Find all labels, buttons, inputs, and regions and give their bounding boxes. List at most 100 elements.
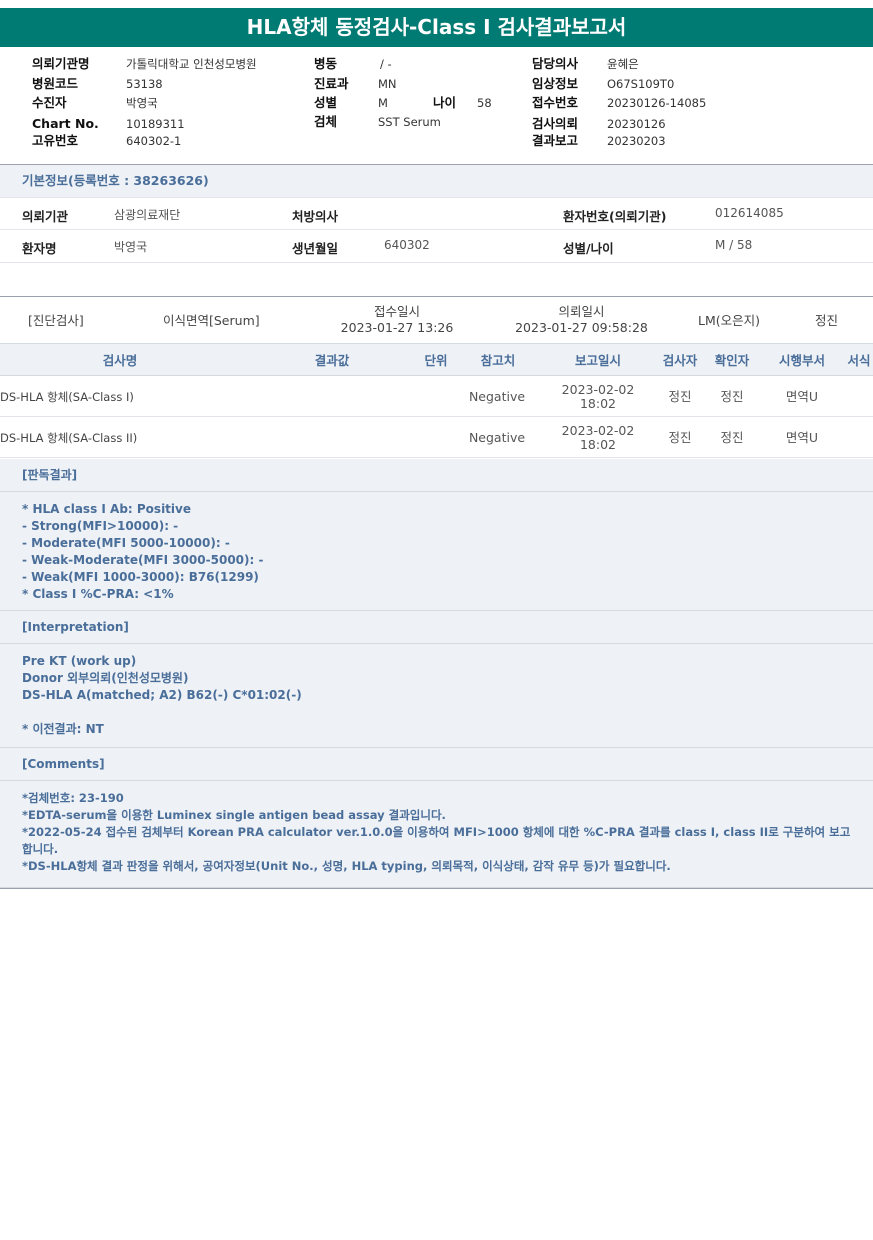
report-title: HLA항체 동정검사-Class I 검사결과보고서 — [0, 8, 873, 47]
comment-line: *EDTA-serum을 이용한 Luminex single antigen … — [22, 808, 446, 822]
basic-label-birthdate: 생년월일 — [292, 241, 339, 256]
header-value-hospital-code: 53138 — [126, 77, 163, 91]
header-value-ward: / - — [380, 57, 392, 71]
header-label-unique-no: 고유번호 — [32, 133, 79, 148]
header-label-request-date: 검사의뢰 — [532, 116, 579, 131]
interpretation-line: * 이전결과: NT — [22, 722, 104, 736]
row-department: 면역U — [785, 429, 819, 445]
row-reference: Negative — [468, 388, 526, 404]
header-value-report-date: 20230203 — [607, 134, 666, 148]
row-test-name: DS-HLA 항체(SA-Class II) — [0, 430, 138, 445]
reading-heading: [판독결과] — [0, 459, 873, 492]
header-value-clinical-info: O67S109T0 — [607, 77, 675, 91]
row-unit — [414, 417, 458, 458]
header-value-unique-no: 640302-1 — [126, 134, 182, 148]
row-confirmer: 정진 — [720, 429, 744, 445]
header-label-clinical-info: 임상정보 — [532, 76, 579, 91]
col-department: 시행부서 — [778, 353, 825, 368]
reading-body: * HLA class I Ab: Positive - Strong(MFI>… — [0, 492, 873, 611]
order-department: 이식면역[Serum] — [163, 313, 260, 328]
col-form: 서식 — [847, 353, 871, 368]
interpretation-line: Donor 외부의뢰(인천성모병원) — [22, 671, 189, 685]
interpretation-line: DS-HLA A(matched; A2) B62(-) C*01:02(-) — [22, 688, 302, 702]
comment-line: *DS-HLA항체 결과 판정을 위해서, 공여자정보(Unit No., 성명… — [22, 859, 671, 873]
header-value-specimen: SST Serum — [378, 115, 441, 129]
row-report-clock: 18:02 — [579, 395, 617, 411]
row-report-clock: 18:02 — [579, 436, 617, 452]
basic-value-sex-age: M / 58 — [715, 238, 753, 252]
row-result — [300, 376, 364, 417]
header-label-report-date: 결과보고 — [532, 133, 579, 148]
basic-label-patient-name: 환자명 — [22, 241, 57, 256]
order-top-divider — [0, 296, 873, 297]
interpretation-heading: [Interpretation] — [0, 611, 873, 644]
basic-label-patient-no: 환자번호(의뢰기관) — [563, 209, 667, 224]
col-unit: 단위 — [424, 353, 448, 368]
row-report-date: 2023-02-02 — [561, 422, 635, 438]
row-test-name: DS-HLA 항체(SA-Class I) — [0, 389, 134, 404]
col-confirmer: 확인자 — [714, 353, 750, 368]
row-confirmer: 정진 — [720, 388, 744, 404]
row-reference: Negative — [468, 429, 526, 445]
basic-value-patient-no: 012614085 — [715, 206, 784, 220]
header-value-request-date: 20230126 — [607, 117, 666, 131]
reading-line: * Class I %C-PRA: <1% — [22, 587, 174, 601]
row-tester: 정진 — [668, 388, 692, 404]
header-label-ward: 병동 — [314, 56, 338, 71]
basic-value-patient-name: 박영국 — [114, 240, 148, 254]
order-received-value: 2023-01-27 13:26 — [340, 320, 454, 335]
comment-line: *검체번호: 23-190 — [22, 791, 124, 805]
header-value-receipt-no: 20230126-14085 — [607, 96, 707, 110]
header-value-age: 58 — [477, 96, 492, 110]
header-value-department: MN — [378, 77, 397, 91]
table-row[interactable]: DS-HLA 항체(SA-Class I) Negative 2023-02-0… — [0, 376, 873, 417]
interpretation-body: Pre KT (work up) Donor 외부의뢰(인천성모병원) DS-H… — [0, 644, 873, 748]
col-test-name: 검사명 — [102, 353, 138, 368]
basic-info-row-divider — [0, 229, 873, 230]
row-unit — [414, 376, 458, 417]
order-requested-value: 2023-01-27 09:58:28 — [515, 320, 648, 335]
order-requested-label: 의뢰일시 — [558, 304, 605, 319]
header-label-age: 나이 — [433, 95, 457, 110]
col-result: 결과값 — [314, 353, 350, 368]
comments-heading: [Comments] — [0, 748, 873, 781]
col-tester: 검사자 — [662, 353, 698, 368]
row-report-date: 2023-02-02 — [561, 381, 635, 397]
basic-info-heading: 기본정보(등록번호 : 38263626) — [0, 165, 873, 197]
reading-line: * HLA class I Ab: Positive — [22, 502, 191, 516]
header-value-doctor: 윤혜은 — [607, 57, 639, 71]
reading-line: - Strong(MFI>10000): - — [22, 519, 179, 533]
header-label-specimen: 검체 — [314, 114, 338, 129]
header-label-sex: 성별 — [314, 95, 338, 110]
row-tester: 정진 — [668, 429, 692, 445]
header-label-chart-no: Chart No. — [32, 116, 99, 131]
header-label-doctor: 담당의사 — [532, 56, 579, 71]
comment-line: *2022-05-24 접수된 검체부터 Korean PRA calculat… — [22, 825, 851, 856]
reading-line: - Weak(MFI 1000-3000): B76(1299) — [22, 570, 259, 584]
order-lm: LM(오은지) — [698, 313, 761, 328]
reading-line: - Moderate(MFI 5000-10000): - — [22, 536, 230, 550]
header-label-institution: 의뢰기관명 — [32, 56, 90, 71]
comments-body: *검체번호: 23-190 *EDTA-serum을 이용한 Luminex s… — [0, 781, 873, 888]
col-report-time: 보고일시 — [574, 353, 621, 368]
interpretation-line — [22, 704, 859, 721]
header-value-patient: 박영국 — [126, 96, 158, 110]
basic-value-birthdate: 640302 — [384, 238, 430, 252]
report-bottom-divider — [0, 888, 873, 889]
header-label-hospital-code: 병원코드 — [32, 76, 79, 91]
row-report-time: 2023-02-02 18:02 — [556, 376, 640, 417]
row-result — [300, 417, 364, 458]
basic-label-prescriber: 처방의사 — [292, 209, 339, 224]
order-received-label: 접수일시 — [373, 304, 420, 319]
interpretation-line: Pre KT (work up) — [22, 654, 137, 668]
basic-label-sex-age: 성별/나이 — [563, 241, 614, 256]
row-department: 면역U — [785, 388, 819, 404]
row-report-time: 2023-02-02 18:02 — [556, 417, 640, 458]
row-form — [842, 376, 872, 417]
col-reference: 참고치 — [480, 353, 516, 368]
header-value-institution: 가톨릭대학교 인천성모병원 — [126, 57, 257, 71]
row-form — [842, 417, 872, 458]
table-row[interactable]: DS-HLA 항체(SA-Class II) Negative 2023-02-… — [0, 417, 873, 458]
basic-value-institution: 삼광의료재단 — [114, 208, 181, 222]
basic-info-end-divider — [0, 262, 873, 263]
